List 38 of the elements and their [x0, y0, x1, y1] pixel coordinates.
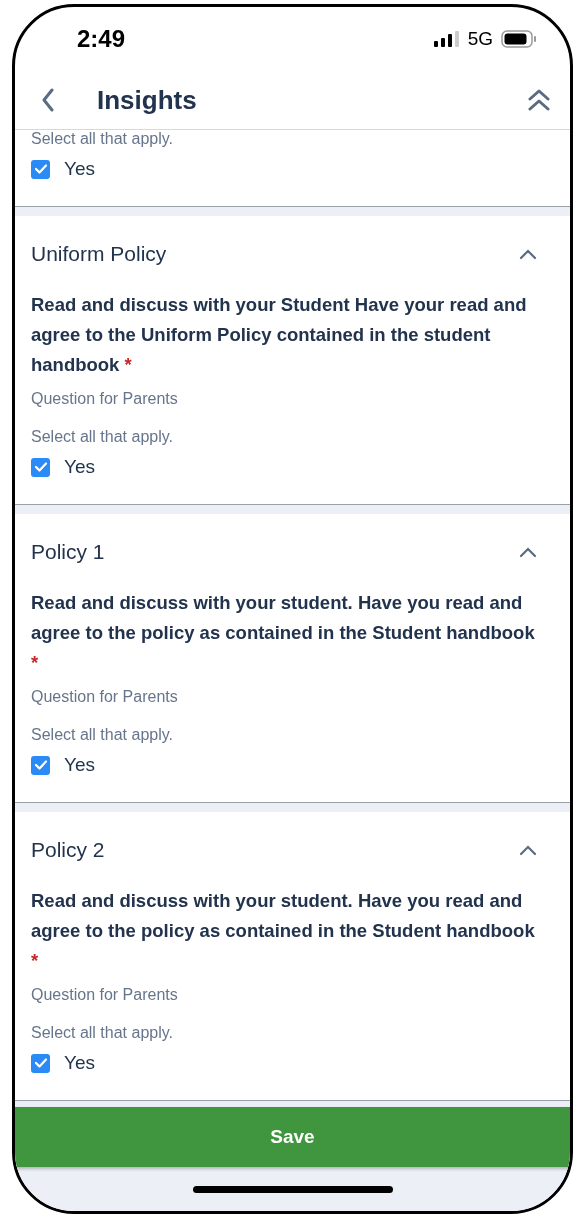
- select-hint: Select all that apply.: [31, 428, 174, 446]
- chevron-up-icon[interactable]: [518, 844, 538, 856]
- select-hint: Select all that apply.: [31, 726, 174, 744]
- audience-label: Question for Parents: [31, 390, 179, 408]
- check-icon: [33, 461, 48, 473]
- option-label: Yes: [64, 754, 95, 776]
- network-label: 5G: [467, 28, 493, 50]
- status-time: 2:49: [77, 25, 126, 53]
- question-text: Read and discuss with your student. Have you read and agree to the policy as contained in the Student handbook *: [31, 591, 536, 675]
- checkbox[interactable]: [31, 1053, 50, 1073]
- question-text: Read and discuss with your Student Have your read and agree to the Uniform Policy contained in the student handbook *: [31, 293, 528, 377]
- question-text: Read and discuss with your student. Have you read and agree to the policy as contained in the Student handbook *: [31, 889, 536, 973]
- option-label: Yes: [64, 456, 95, 478]
- back-button[interactable]: [41, 88, 55, 112]
- check-icon: [33, 1057, 48, 1069]
- audience-label: Question for Parents: [31, 986, 179, 1004]
- back-icon: [41, 88, 55, 112]
- option-label: Yes: [64, 1052, 95, 1074]
- section-title: Uniform Policy: [31, 242, 167, 266]
- double-chevron-up-icon: [528, 88, 550, 112]
- section-title: Policy 1: [31, 540, 105, 564]
- check-icon: [33, 759, 48, 771]
- checkbox[interactable]: [31, 457, 50, 477]
- chevron-up-icon[interactable]: [518, 546, 538, 558]
- checkbox[interactable]: [31, 159, 50, 179]
- collapse-all-button[interactable]: [528, 88, 550, 112]
- page-title: Insights: [97, 84, 198, 116]
- select-hint: Select all that apply.: [31, 130, 174, 148]
- check-icon: [33, 163, 48, 175]
- chevron-up-icon[interactable]: [518, 248, 538, 260]
- checkbox[interactable]: [31, 755, 50, 775]
- select-hint: Select all that apply.: [31, 1024, 174, 1042]
- audience-label: Question for Parents: [31, 688, 179, 706]
- option-label: Yes: [64, 158, 95, 180]
- section-title: Policy 2: [31, 838, 105, 862]
- save-button[interactable]: Save: [15, 1107, 570, 1167]
- battery-icon: [501, 30, 537, 48]
- signal-icon: [433, 31, 460, 47]
